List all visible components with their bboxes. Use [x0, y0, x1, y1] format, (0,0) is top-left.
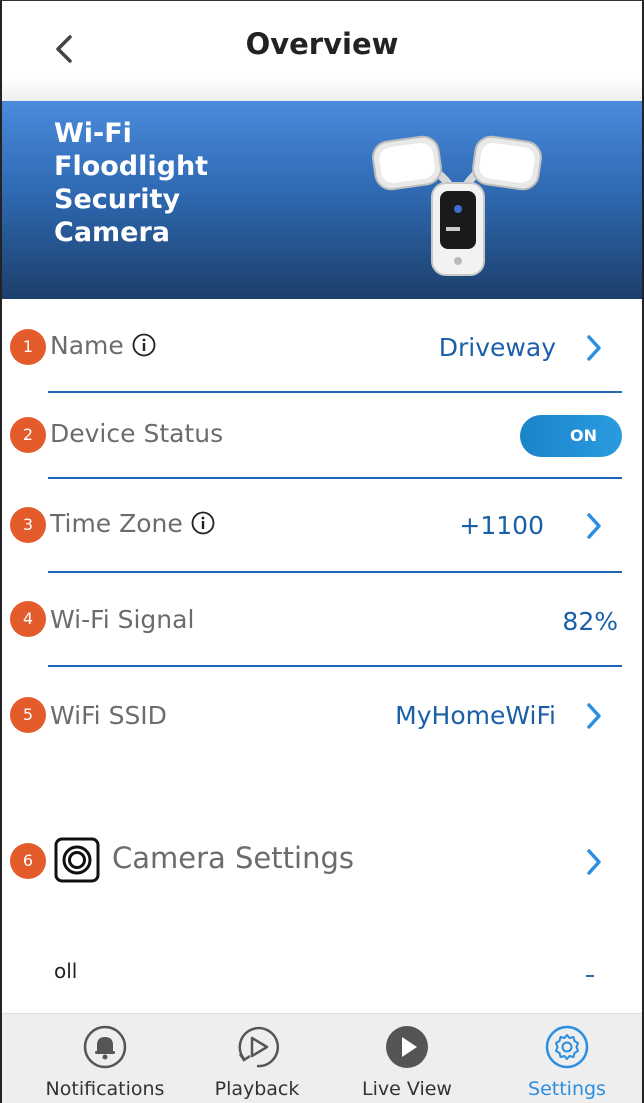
play-icon: [386, 1026, 428, 1068]
playback-icon: [238, 1026, 280, 1068]
banner-title-line: Floodlight: [54, 151, 209, 182]
floodlight-camera-image: [372, 135, 542, 276]
device-status-label: Device Status: [50, 419, 224, 448]
chevron-right-icon[interactable]: [584, 847, 604, 877]
wifi-signal-value: 82%: [562, 607, 618, 636]
toggle-state-label: ON: [570, 426, 597, 445]
camera-settings-label: Camera Settings: [112, 841, 354, 875]
tab-label: Settings: [528, 1078, 606, 1100]
gear-icon: [545, 1025, 589, 1069]
wifi-ssid-value: MyHomeWiFi: [395, 701, 556, 730]
time-zone-label: Time Zone: [50, 509, 215, 538]
chevron-right-icon[interactable]: [584, 333, 604, 363]
name-label-text: Name: [50, 331, 124, 360]
tab-settings[interactable]: Settings: [502, 1014, 632, 1103]
banner-title-line: Wi-Fi: [54, 118, 132, 149]
wifi-ssid-label: WiFi SSID: [50, 701, 167, 730]
bell-icon: [83, 1025, 127, 1069]
info-icon[interactable]: [132, 333, 156, 357]
time-zone-label-text: Time Zone: [50, 509, 183, 538]
wifi-signal-row: 4 Wi-Fi Signal 82%: [2, 581, 642, 661]
step-badge-5: 5: [10, 697, 46, 733]
step-badge-6: 6: [10, 843, 46, 879]
step-badge-4: 4: [10, 601, 46, 637]
banner-title-line: Camera: [54, 217, 171, 248]
tab-label: Live View: [362, 1078, 452, 1100]
step-badge-3: 3: [10, 507, 46, 543]
tab-notifications[interactable]: Notifications: [30, 1014, 180, 1103]
device-model-title: Wi-Fi Floodlight Security Camera: [54, 117, 274, 249]
app-screen: Overview Wi-Fi Floodlight Security Camer…: [0, 0, 644, 1103]
name-row[interactable]: 1 Name Driveway: [2, 307, 642, 387]
bottom-tab-bar: Notifications Playback Live View Setting…: [2, 1013, 642, 1103]
wifi-signal-label: Wi-Fi Signal: [50, 605, 195, 634]
name-value: Driveway: [438, 333, 556, 362]
page-title: Overview: [245, 27, 399, 61]
device-status-toggle[interactable]: ON: [520, 415, 622, 457]
partial-list-item-icon: oll: [54, 959, 78, 983]
time-zone-row[interactable]: 3 Time Zone +1100: [2, 483, 642, 563]
chevron-right-icon[interactable]: [584, 701, 604, 731]
step-badge-1: 1: [10, 329, 46, 365]
divider: [48, 391, 622, 393]
divider: [48, 571, 622, 573]
tab-playback[interactable]: Playback: [192, 1014, 322, 1103]
chevron-right-icon[interactable]: [584, 511, 604, 541]
info-icon[interactable]: [191, 511, 215, 535]
banner-title-line: Security: [54, 184, 181, 215]
divider: [48, 477, 622, 479]
time-zone-value: +1100: [459, 511, 544, 540]
divider: [48, 665, 622, 667]
camera-settings-icon: [54, 837, 100, 883]
wifi-ssid-row[interactable]: 5 WiFi SSID MyHomeWiFi: [2, 677, 642, 757]
step-badge-2: 2: [10, 417, 46, 453]
tab-label: Notifications: [45, 1078, 165, 1100]
top-bar: Overview: [2, 1, 642, 101]
tab-label: Playback: [214, 1078, 300, 1100]
name-label: Name: [50, 331, 156, 360]
tab-live-view[interactable]: Live View: [342, 1014, 472, 1103]
partial-chevron-icon: [586, 975, 594, 977]
